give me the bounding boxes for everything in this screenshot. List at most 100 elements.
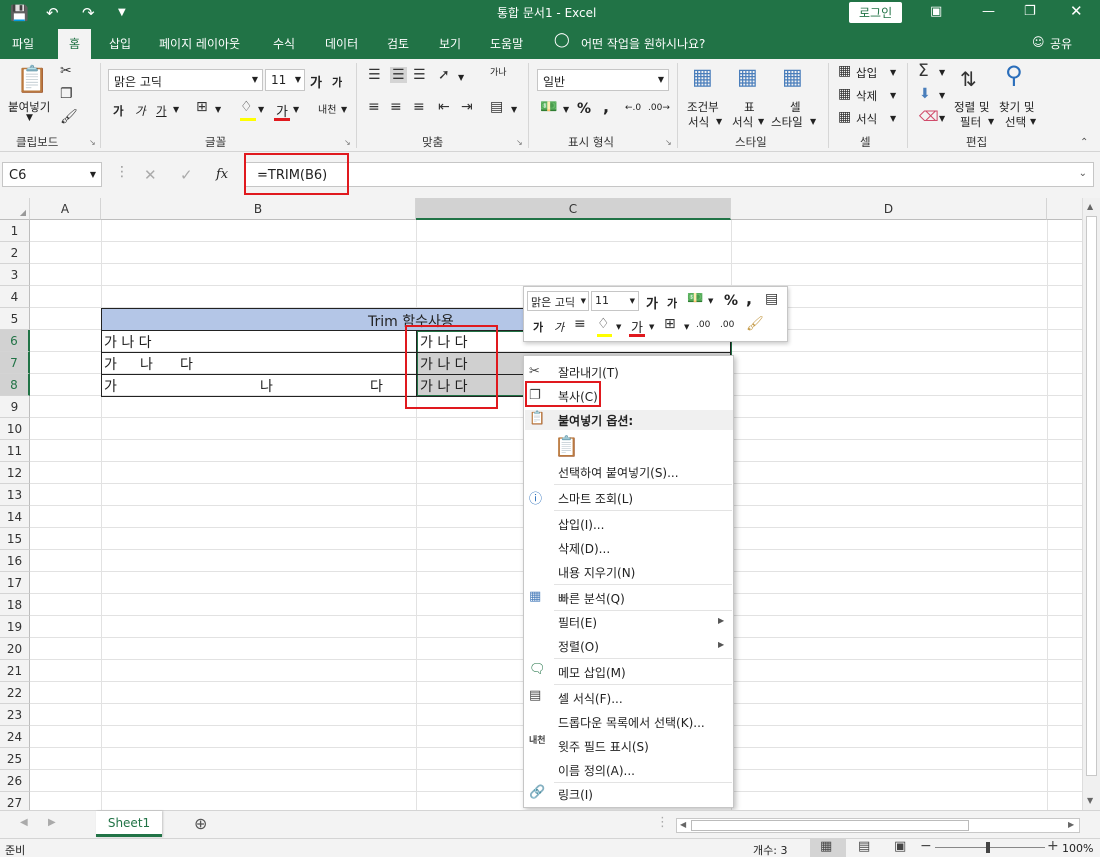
horizontal-scrollbar[interactable]: ◀ ▶	[676, 818, 1080, 833]
mini-italic-button[interactable]: 가	[554, 319, 564, 335]
horizontal-scroll-thumb[interactable]	[691, 820, 969, 831]
row-header-16[interactable]: 16	[0, 550, 30, 572]
row-header-17[interactable]: 17	[0, 572, 30, 594]
vertical-scrollbar[interactable]: ▲ ▼	[1082, 198, 1100, 810]
row-header-4[interactable]: 4	[0, 286, 30, 308]
format-as-table-line1[interactable]: 표	[744, 99, 755, 115]
font-size-select[interactable]: 11 ▼	[265, 69, 305, 91]
tab-formulas[interactable]: 수식	[273, 35, 295, 52]
column-header-c[interactable]: C	[416, 198, 731, 220]
align-center-icon[interactable]: ≡	[390, 99, 402, 115]
clear-dropdown-icon[interactable]: ▼	[939, 114, 945, 123]
mini-bold-button[interactable]: 가	[533, 319, 543, 335]
row-header-12[interactable]: 12	[0, 462, 30, 484]
row-header-2[interactable]: 2	[0, 242, 30, 264]
format-as-table-icon[interactable]: ▦	[737, 65, 758, 90]
page-layout-view-icon[interactable]: ▤	[858, 839, 870, 854]
row-header-10[interactable]: 10	[0, 418, 30, 440]
scroll-down-icon[interactable]: ▼	[1087, 796, 1093, 805]
align-right-icon[interactable]: ≡	[413, 99, 425, 115]
borders-icon[interactable]: ⊞	[196, 99, 208, 115]
mini-percent-button[interactable]: %	[724, 293, 738, 309]
underline-dropdown-icon[interactable]: ▼	[173, 105, 179, 114]
tab-home[interactable]: 홈	[58, 29, 92, 59]
mini-borders-dropdown-icon[interactable]: ▼	[684, 323, 689, 331]
shrink-font-button[interactable]: 가	[332, 74, 342, 90]
find-select-icon[interactable]: ⚲	[1005, 61, 1023, 89]
increase-decimal-button[interactable]: ←.0	[625, 103, 641, 113]
phonetic-dropdown-icon[interactable]: ▼	[341, 105, 347, 114]
find-select-line2[interactable]: 선택	[1005, 114, 1026, 130]
row-header-5[interactable]: 5	[0, 308, 30, 330]
accounting-dropdown-icon[interactable]: ▼	[563, 105, 569, 114]
row-header-22[interactable]: 22	[0, 682, 30, 704]
insert-cells-icon[interactable]: ▦	[838, 63, 851, 79]
column-header-b[interactable]: B	[101, 198, 416, 220]
cell-styles-line1[interactable]: 셀	[790, 99, 801, 115]
conditional-format-line2[interactable]: 서식	[688, 114, 709, 130]
mini-center-icon[interactable]: ≡	[574, 316, 586, 332]
mini-format-painter-icon[interactable]: 🖌	[746, 316, 764, 332]
number-format-select[interactable]: 일반 ▼	[537, 69, 669, 91]
delete-cells-button[interactable]: 삭제	[856, 88, 877, 104]
clear-icon[interactable]: ⌫	[919, 109, 939, 125]
mini-shrink-font-button[interactable]: 가	[667, 295, 677, 311]
row-header-15[interactable]: 15	[0, 528, 30, 550]
autosum-icon[interactable]: Σ	[918, 61, 929, 81]
scroll-up-icon[interactable]: ▲	[1087, 202, 1093, 211]
sheet-tab-sheet1[interactable]: Sheet1	[96, 811, 162, 837]
paste-option-icon[interactable]: 📋	[554, 434, 579, 458]
cell-b7-part2[interactable]: 나	[140, 354, 153, 374]
insert-cells-dropdown-icon[interactable]: ▼	[890, 68, 896, 77]
cell-b7-part3[interactable]: 다	[180, 354, 193, 374]
insert-function-button[interactable]: fx	[216, 167, 228, 182]
zoom-level[interactable]: 100%	[1062, 842, 1093, 855]
copy-icon[interactable]: ❐	[60, 86, 73, 102]
italic-button[interactable]: 가	[135, 103, 146, 119]
mini-font-name-select[interactable]: 맑은 고딕 ▼	[527, 291, 589, 311]
font-launcher-icon[interactable]: ↘	[344, 138, 351, 147]
wrap-text-button[interactable]: 가나	[490, 69, 507, 78]
delete-cells-icon[interactable]: ▦	[838, 86, 851, 102]
row-header-23[interactable]: 23	[0, 704, 30, 726]
tab-review[interactable]: 검토	[387, 35, 409, 52]
grow-font-button[interactable]: 가	[310, 72, 322, 91]
orientation-icon[interactable]: ➚	[438, 67, 450, 83]
zoom-slider-thumb[interactable]	[986, 842, 990, 853]
paste-dropdown-icon[interactable]: ▼	[26, 113, 33, 123]
column-header-e[interactable]	[1047, 198, 1082, 220]
row-header-3[interactable]: 3	[0, 264, 30, 286]
decrease-decimal-button[interactable]: .00→	[648, 103, 670, 113]
delete-cells-dropdown-icon[interactable]: ▼	[890, 91, 896, 100]
decrease-indent-icon[interactable]: ⇤	[438, 99, 450, 115]
login-button[interactable]: 로그인	[849, 2, 903, 23]
number-launcher-icon[interactable]: ↘	[665, 138, 672, 147]
row-header-18[interactable]: 18	[0, 594, 30, 616]
autosum-dropdown-icon[interactable]: ▼	[939, 68, 945, 77]
page-break-view-icon[interactable]: ▣	[894, 839, 906, 854]
normal-view-icon[interactable]: ▦	[820, 839, 832, 854]
fill-color-icon[interactable]: ♢	[240, 99, 253, 115]
fill-color-dropdown-icon[interactable]: ▼	[258, 105, 264, 114]
font-name-select[interactable]: 맑은 고딕 ▼	[108, 69, 263, 91]
mini-format-table-icon[interactable]: ▤	[765, 291, 778, 307]
ribbon-display-icon[interactable]: ▣	[930, 4, 942, 19]
cell-b8-part2[interactable]: 나	[260, 376, 273, 396]
mini-comma-button[interactable]: ,	[746, 289, 752, 308]
scroll-right-icon[interactable]: ▶	[1068, 820, 1074, 829]
zoom-out-icon[interactable]: −	[920, 838, 932, 854]
tab-insert[interactable]: 삽입	[109, 35, 131, 52]
select-all-corner[interactable]: ◢	[0, 198, 30, 220]
row-header-25[interactable]: 25	[0, 748, 30, 770]
alignment-launcher-icon[interactable]: ↘	[516, 138, 523, 147]
undo-icon[interactable]: ↶	[46, 4, 59, 22]
mini-accounting-icon[interactable]: 💵	[687, 291, 703, 306]
conditional-format-icon[interactable]: ▦	[692, 65, 713, 90]
clipboard-launcher-icon[interactable]: ↘	[89, 138, 96, 147]
row-header-21[interactable]: 21	[0, 660, 30, 682]
save-icon[interactable]: 💾	[10, 4, 29, 22]
prev-sheet-icon[interactable]: ◀	[20, 817, 28, 828]
merge-dropdown-icon[interactable]: ▼	[511, 105, 517, 114]
sort-filter-line1[interactable]: 정렬 및	[954, 99, 989, 115]
row-header-11[interactable]: 11	[0, 440, 30, 462]
